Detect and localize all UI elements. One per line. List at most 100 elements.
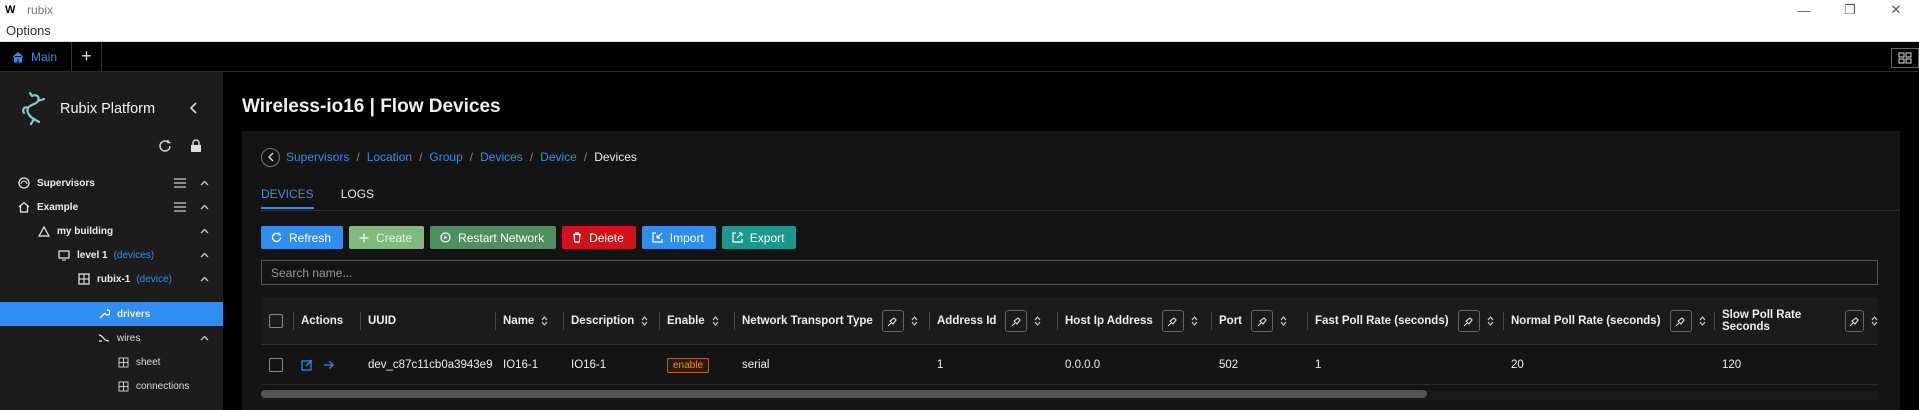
subtabs: DEVICES LOGS — [261, 187, 401, 209]
breadcrumb-device[interactable]: Device — [540, 150, 577, 164]
menu-icon[interactable] — [174, 202, 186, 212]
refresh-icon[interactable] — [158, 139, 172, 153]
row-actions — [301, 345, 335, 385]
sort-icon[interactable] — [1871, 316, 1878, 326]
col-enable[interactable]: Enable — [659, 297, 719, 345]
col-address-id[interactable]: Address Id — [929, 297, 1041, 345]
tree-item-sheet[interactable]: sheet — [0, 350, 223, 374]
play-circle-icon — [440, 232, 451, 243]
filter-icon[interactable] — [1161, 310, 1184, 332]
menubar: Options — [0, 20, 1919, 42]
app-logo: W — [5, 4, 16, 16]
layout-grid-icon[interactable] — [1891, 48, 1919, 68]
wires-icon — [98, 334, 110, 342]
tree-item-example[interactable]: Example — [0, 195, 223, 219]
restore-button[interactable]: ❐ — [1827, 0, 1873, 20]
tab-main[interactable]: Main — [0, 41, 73, 72]
sort-icon[interactable] — [1191, 316, 1198, 326]
col-slow-poll-rate[interactable]: Slow Poll Rate Seconds — [1714, 297, 1878, 345]
col-uuid[interactable]: UUID — [360, 297, 396, 345]
select-all-checkbox[interactable] — [269, 297, 283, 345]
col-name[interactable]: Name — [495, 297, 548, 345]
table-row[interactable]: dev_c87c11cb0a3943e9 IO16-1 IO16-1 enabl… — [261, 345, 1878, 385]
sort-icon[interactable] — [1280, 316, 1287, 326]
chevron-up-icon[interactable] — [200, 335, 209, 341]
col-port[interactable]: Port — [1211, 297, 1287, 345]
filter-icon[interactable] — [1669, 310, 1692, 332]
menu-icon[interactable] — [174, 178, 186, 188]
col-normal-poll-rate[interactable]: Normal Poll Rate (seconds) — [1503, 297, 1706, 345]
tree-item-connections[interactable]: connections — [0, 374, 223, 398]
sort-icon[interactable] — [1034, 316, 1041, 326]
sort-icon[interactable] — [911, 316, 918, 326]
tree-label: connections — [136, 380, 190, 392]
chevron-up-icon[interactable] — [200, 276, 209, 282]
tree-item-supervisors[interactable]: Supervisors — [0, 171, 223, 195]
tab-devices[interactable]: DEVICES — [261, 187, 314, 209]
search-input[interactable] — [261, 260, 1878, 285]
chevron-up-icon[interactable] — [200, 180, 209, 186]
import-button[interactable]: Import — [641, 226, 716, 249]
tree-label: my building — [57, 225, 114, 237]
minimize-button[interactable]: — — [1781, 0, 1827, 20]
filter-icon[interactable] — [1251, 310, 1273, 332]
cell-name: IO16-1 — [503, 359, 539, 371]
window-title: rubix — [27, 3, 54, 17]
create-button[interactable]: Create — [349, 226, 425, 249]
delete-button[interactable]: Delete — [562, 226, 636, 249]
chevron-left-icon — [267, 152, 273, 162]
chevron-up-icon[interactable] — [200, 204, 209, 210]
tree-label: Supervisors — [37, 177, 95, 189]
collapse-sidebar-icon[interactable] — [188, 102, 200, 114]
import-icon — [652, 232, 663, 243]
row-checkbox[interactable] — [269, 345, 283, 385]
col-network-transport-type[interactable]: Network Transport Type — [734, 297, 918, 345]
tab-logs[interactable]: LOGS — [341, 187, 374, 209]
cell-enable: enable — [667, 345, 710, 385]
trash-icon — [573, 232, 582, 243]
scrollbar-thumb[interactable] — [261, 390, 1427, 398]
restart-network-button[interactable]: Restart Network — [430, 226, 557, 249]
filter-icon[interactable] — [881, 310, 904, 332]
cell-uuid: dev_c87c11cb0a3943e9 — [368, 359, 493, 371]
arrow-right-icon[interactable] — [323, 360, 335, 370]
menu-options[interactable]: Options — [6, 23, 51, 38]
tree-item-drivers[interactable]: drivers — [0, 302, 223, 326]
breadcrumb-group[interactable]: Group — [429, 150, 462, 164]
refresh-button[interactable]: Refresh — [261, 226, 344, 249]
back-button[interactable] — [261, 147, 280, 167]
sheet-icon — [118, 357, 129, 367]
filter-icon[interactable] — [1005, 310, 1028, 332]
filter-icon[interactable] — [1457, 310, 1480, 332]
breadcrumb-location[interactable]: Location — [367, 150, 412, 164]
sort-icon[interactable] — [712, 316, 719, 326]
tree-tag: (device) — [136, 273, 172, 285]
chevron-up-icon[interactable] — [200, 228, 209, 234]
breadcrumb-devices[interactable]: Devices — [480, 150, 523, 164]
monitor-icon — [58, 249, 70, 260]
export-button[interactable]: Export — [721, 226, 797, 249]
sort-icon[interactable] — [1699, 316, 1706, 326]
sort-icon[interactable] — [1487, 316, 1494, 326]
lock-icon[interactable] — [189, 139, 203, 153]
tree-item-wires[interactable]: wires — [0, 326, 223, 350]
table-header: Actions UUID Name Description Enable Net… — [261, 297, 1878, 345]
tree-item-my-building[interactable]: my building — [0, 219, 223, 243]
sort-icon[interactable] — [541, 316, 548, 326]
sort-icon[interactable] — [641, 316, 648, 326]
close-button[interactable]: ✕ — [1873, 0, 1919, 20]
edit-icon[interactable] — [301, 359, 313, 371]
col-host-ip-address[interactable]: Host Ip Address — [1057, 297, 1198, 345]
filter-icon[interactable] — [1844, 310, 1864, 332]
tree-item-rubix-1[interactable]: rubix-1 (device) — [0, 267, 223, 291]
plus-icon — [359, 233, 369, 242]
col-description[interactable]: Description — [563, 297, 648, 345]
add-tab-button[interactable]: + — [72, 41, 103, 72]
toolbar: Refresh Create Restart Network Delete Im… — [261, 226, 802, 249]
col-fast-poll-rate[interactable]: Fast Poll Rate (seconds) — [1307, 297, 1494, 345]
window-controls: — ❐ ✕ — [1781, 0, 1919, 20]
chevron-up-icon[interactable] — [200, 252, 209, 258]
breadcrumb-supervisors[interactable]: Supervisors — [286, 150, 349, 164]
warning-triangle-icon — [38, 225, 50, 237]
tree-item-level-1[interactable]: level 1 (devices) — [0, 243, 223, 267]
